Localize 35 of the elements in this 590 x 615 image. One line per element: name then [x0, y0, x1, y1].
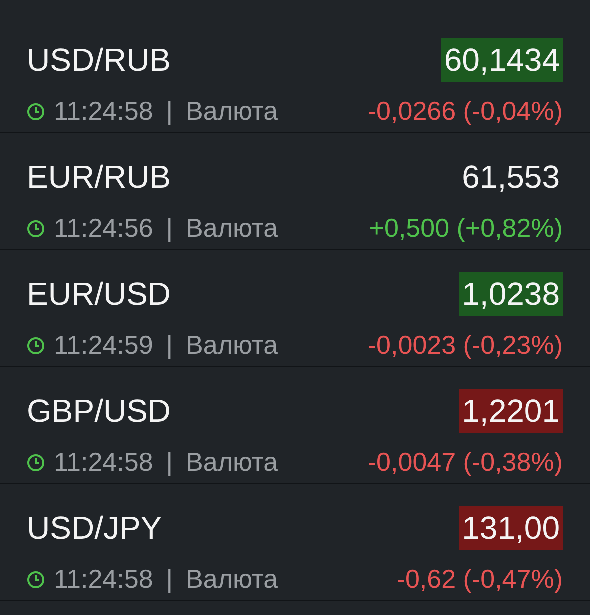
separator: |	[166, 330, 174, 361]
clock-icon	[27, 570, 45, 588]
clock-icon	[27, 102, 45, 120]
price: 61,553	[461, 158, 561, 197]
separator: |	[166, 447, 174, 478]
category-label: Валюта	[186, 96, 278, 127]
currency-pair: USD/JPY	[27, 509, 162, 548]
price-change: -0,62 (-0,47%)	[396, 564, 563, 595]
price-change: -0,0266 (-0,04%)	[368, 96, 563, 127]
clock-icon	[27, 336, 45, 354]
separator: |	[166, 564, 174, 595]
update-time: 11:24:58	[54, 564, 154, 595]
category-label: Валюта	[186, 330, 278, 361]
price-change: +0,500 (+0,82%)	[369, 213, 563, 244]
separator: |	[166, 96, 174, 127]
currency-pair: EUR/RUB	[27, 158, 172, 197]
separator: |	[166, 213, 174, 244]
price: 1,2201	[459, 389, 563, 433]
clock-icon	[27, 220, 45, 238]
category-label: Валюта	[186, 564, 278, 595]
currency-pair: EUR/USD	[27, 275, 172, 314]
update-time: 11:24:58	[54, 447, 154, 478]
update-time: 11:24:58	[54, 96, 154, 127]
price: 131,00	[459, 506, 563, 550]
clock-icon	[27, 454, 45, 472]
currency-pair: GBP/USD	[27, 392, 172, 431]
price-change: -0,0047 (-0,38%)	[368, 447, 563, 478]
update-time: 11:24:59	[54, 330, 154, 361]
price-change: -0,0023 (-0,23%)	[368, 330, 563, 361]
price: 1,0238	[459, 272, 563, 316]
category-label: Валюта	[186, 447, 278, 478]
update-time: 11:24:56	[54, 213, 154, 244]
currency-pair: USD/RUB	[27, 41, 172, 80]
category-label: Валюта	[186, 213, 278, 244]
price: 60,1434	[441, 38, 563, 82]
